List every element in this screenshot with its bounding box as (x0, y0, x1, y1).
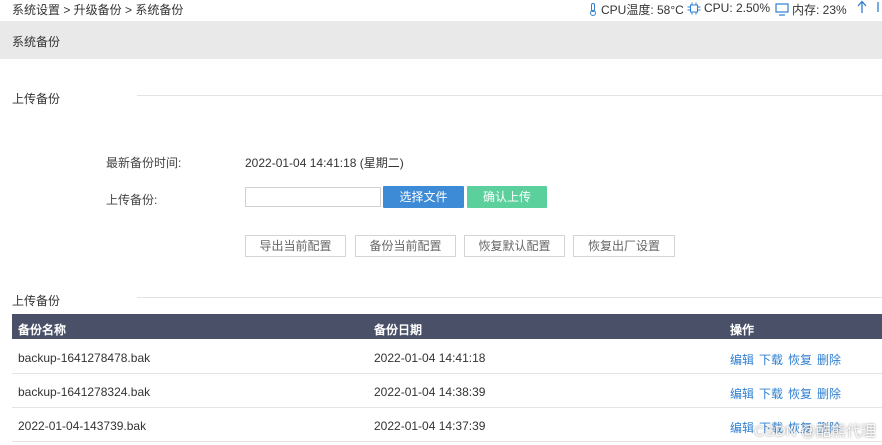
cpu-usage-status: CPU: 2.50% (687, 1, 770, 15)
section-divider (137, 95, 882, 96)
memory-text: 内存: 23% (792, 3, 847, 17)
table-header: 备份名称 备份日期 操作 (12, 314, 882, 339)
cpu-usage-text: CPU: 2.50% (704, 1, 771, 15)
truncated-icon (874, 2, 882, 14)
column-header-actions: 操作 (730, 323, 755, 337)
backup-name-cell: 2022-01-04-143739.bak (18, 419, 147, 433)
memory-status: 内存: 23% (775, 1, 847, 18)
section-divider (137, 297, 882, 298)
last-backup-value: 2022-01-04 14:41:18 (星期二) (245, 156, 404, 170)
restore-link[interactable]: 恢复 (788, 385, 812, 402)
table-row: backup-1641278324.bak 2022-01-04 14:38:3… (12, 374, 882, 408)
table-row: backup-1641278478.bak 2022-01-04 14:41:1… (12, 340, 882, 374)
backup-date-cell: 2022-01-04 14:38:39 (374, 385, 486, 399)
backup-list-title: 上传备份 (12, 294, 61, 308)
backup-name-cell: backup-1641278478.bak (18, 351, 151, 365)
confirm-upload-button[interactable]: 确认上传 (467, 186, 547, 208)
table-row: 2022-01-04-143739.bak 2022-01-04 14:37:3… (12, 408, 882, 442)
column-header-name: 备份名称 (18, 323, 67, 337)
edit-link[interactable]: 编辑 (730, 351, 754, 368)
edit-link[interactable]: 编辑 (730, 385, 754, 402)
upload-arrow-icon[interactable] (857, 0, 867, 17)
export-config-button[interactable]: 导出当前配置 (245, 235, 346, 257)
backup-date-cell: 2022-01-04 14:37:39 (374, 419, 486, 433)
download-link[interactable]: 下载 (759, 385, 783, 402)
thermometer-icon (590, 3, 596, 16)
cpu-chip-icon (687, 2, 701, 14)
monitor-icon (775, 3, 789, 16)
page-title-bar: 系统备份 (0, 21, 882, 59)
cpu-temperature-status: CPU温度: 58°C (588, 1, 684, 18)
column-header-date: 备份日期 (374, 323, 423, 337)
upload-backup-label: 上传备份: (106, 193, 158, 207)
backup-name-cell: backup-1641278324.bak (18, 385, 151, 399)
delete-link[interactable]: 删除 (817, 385, 841, 402)
breadcrumb: 系统设置 > 升级备份 > 系统备份 (12, 3, 184, 17)
top-bar: 系统设置 > 升级备份 > 系统备份 CPU温度: 58°C CPU: 2.50… (0, 0, 882, 18)
edit-link[interactable]: 编辑 (730, 419, 754, 436)
watermark: CSDN @酷熊代理 (754, 423, 876, 440)
last-backup-label: 最新备份时间: (106, 156, 182, 170)
restore-default-button[interactable]: 恢复默认配置 (464, 235, 565, 257)
page-title: 系统备份 (12, 35, 61, 49)
delete-link[interactable]: 删除 (817, 351, 841, 368)
backup-config-button[interactable]: 备份当前配置 (355, 235, 456, 257)
file-path-input[interactable] (245, 187, 381, 207)
backup-date-cell: 2022-01-04 14:41:18 (374, 351, 486, 365)
download-link[interactable]: 下载 (759, 351, 783, 368)
choose-file-button[interactable]: 选择文件 (383, 186, 464, 208)
cpu-temperature-text: CPU温度: 58°C (601, 3, 684, 17)
restore-link[interactable]: 恢复 (788, 351, 812, 368)
upload-section-title: 上传备份 (12, 92, 61, 106)
factory-reset-button[interactable]: 恢复出厂设置 (573, 235, 675, 257)
